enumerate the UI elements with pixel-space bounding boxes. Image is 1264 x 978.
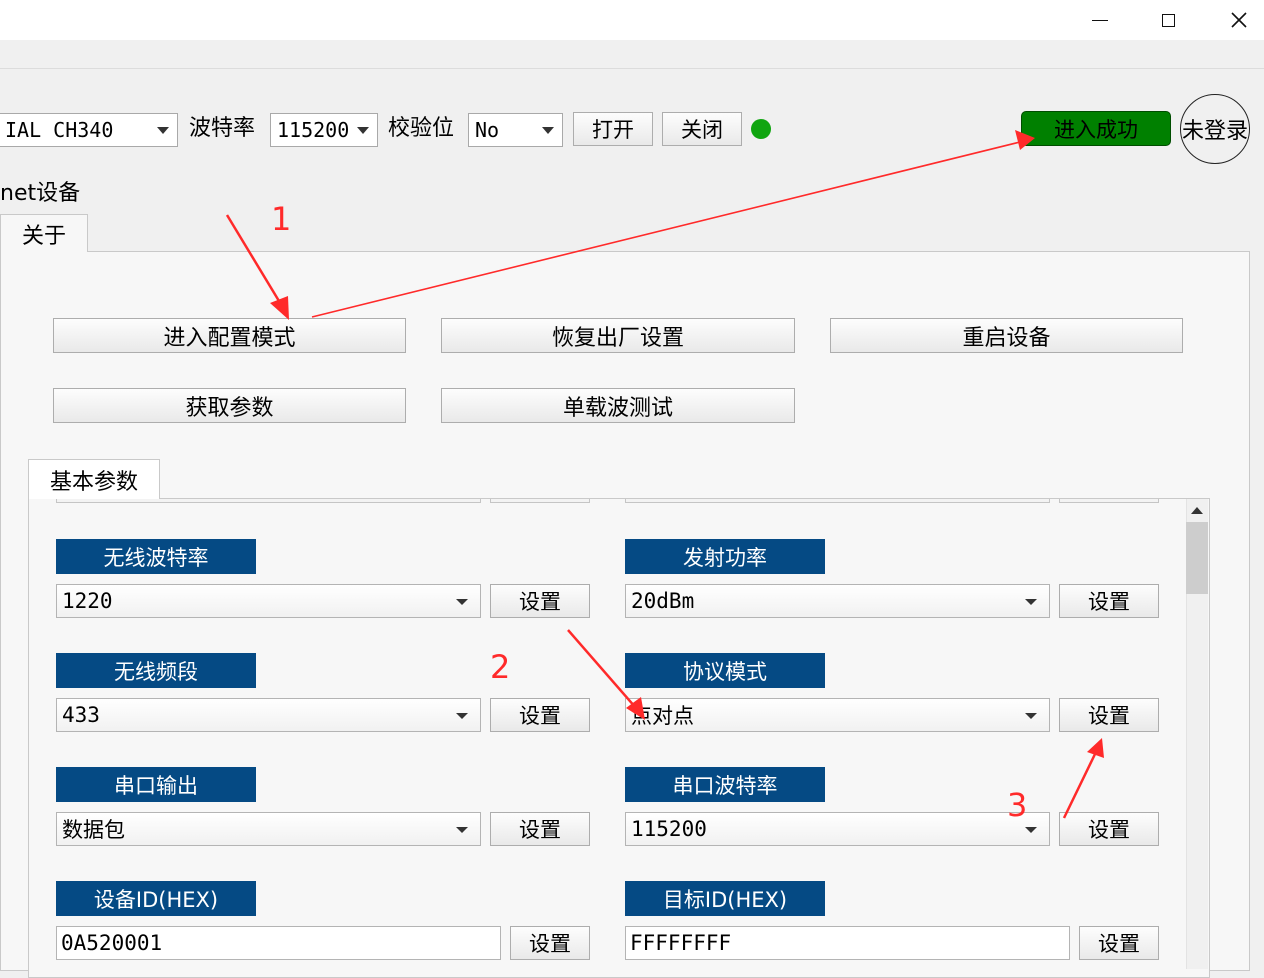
annotation-arrow-long: [311, 141, 1021, 318]
annotation-arrow-1: [225, 214, 284, 307]
annotation-arrow-2: [567, 629, 637, 709]
annotation-arrows: [225, 130, 1104, 819]
annotation-arrowhead-long: [1015, 130, 1035, 150]
annotation-arrow-3: [1062, 751, 1098, 819]
annotation-arrowhead-1: [270, 296, 289, 320]
annotation-arrowhead-3: [1087, 738, 1104, 758]
